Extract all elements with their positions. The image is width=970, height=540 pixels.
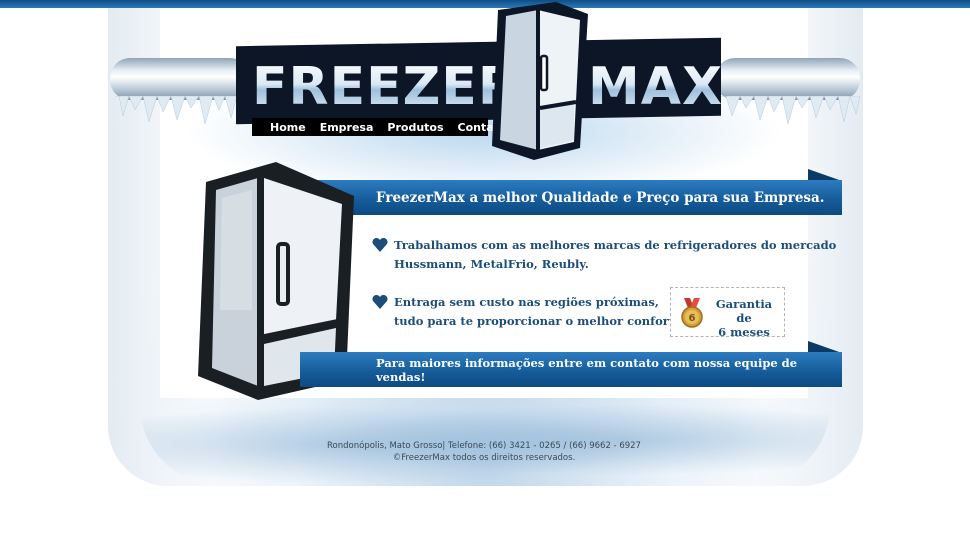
medal-icon: 6 [681, 298, 703, 328]
footer-address: Rondonópolis, Mato Grosso| Telefone: (66… [327, 441, 641, 451]
cta-text[interactable]: Para maiores informações entre em contat… [376, 356, 842, 384]
logo-text-freezer[interactable]: FREEZER [252, 58, 519, 116]
footer-copyright: ©FreezerMax todos os direitos reservados… [392, 453, 576, 463]
fridge-logo-icon [492, 2, 588, 160]
nav-empresa[interactable]: Empresa [320, 121, 374, 134]
footer: Rondonópolis, Mato Grosso| Telefone: (66… [160, 440, 808, 464]
nav-home[interactable]: Home [270, 121, 306, 134]
heart-bullet-icon [372, 295, 388, 309]
frozen-pipe-right [715, 58, 860, 100]
feature-delivery-line2: tudo para te proporcionar o melhor confo… [394, 314, 686, 328]
headline-ribbon: FreezerMax a melhor Qualidade e Preço pa… [300, 180, 842, 215]
nav-produtos[interactable]: Produtos [387, 121, 443, 134]
icicles-right [720, 96, 860, 125]
warranty-line1: Garantia de [715, 297, 773, 325]
medal-number: 6 [689, 313, 696, 324]
feature-delivery: Entraga sem custo nas regiões próximas, … [372, 293, 686, 333]
heart-bullet-icon [372, 238, 388, 252]
headline-text: FreezerMax a melhor Qualidade e Preço pa… [376, 189, 825, 206]
feature-brands: Trabalhamos com as melhores marcas de re… [372, 236, 836, 276]
feature-brands-line1: Trabalhamos com as melhores marcas de re… [394, 238, 837, 252]
feature-brands-line2: Hussmann, MetalFrio, Reubly. [394, 257, 589, 271]
feature-delivery-line1: Entraga sem custo nas regiões próximas, [394, 295, 659, 309]
warranty-line2: 6 meses [718, 325, 770, 339]
icicles-left [115, 96, 245, 125]
warranty-box: 6 Garantia de 6 meses [670, 287, 785, 339]
logo-text-max[interactable]: MAX [588, 58, 723, 116]
main-nav: Home Empresa Produtos Contato [252, 118, 507, 136]
cta-ribbon[interactable]: Para maiores informações entre em contat… [300, 352, 842, 387]
frozen-pipe-left [110, 58, 250, 100]
